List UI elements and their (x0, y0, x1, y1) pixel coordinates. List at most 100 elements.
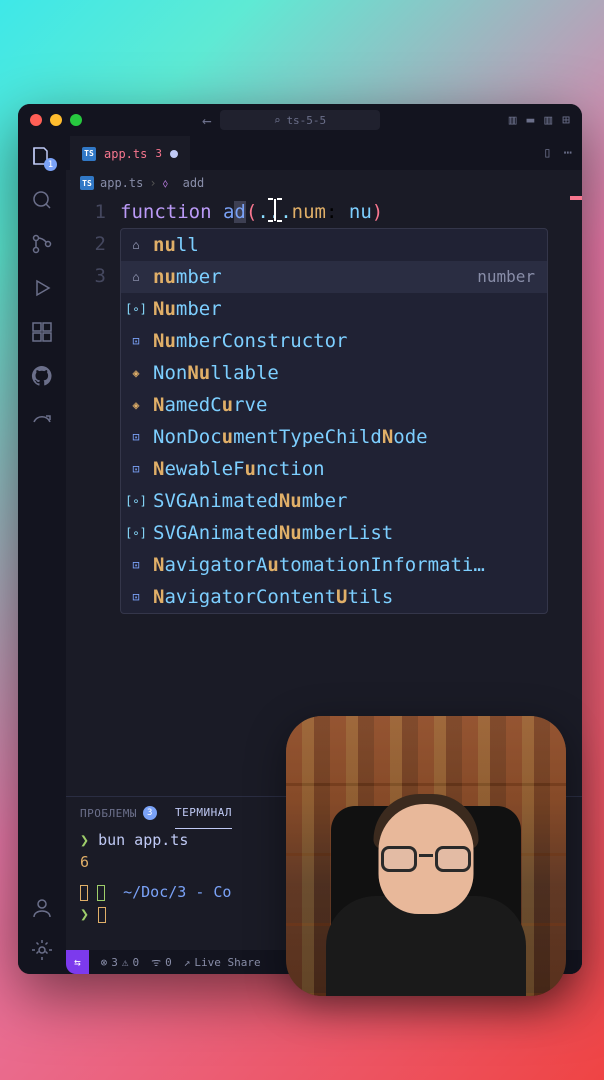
tab-actions: ▯ ⋯ (543, 136, 572, 170)
interface-icon: ⊡ (127, 460, 145, 478)
presenter (321, 786, 531, 996)
toggle-sidebar-icon[interactable]: ▥ (509, 113, 517, 128)
source-control-icon[interactable] (30, 232, 54, 256)
remote-button[interactable]: ⇆ (66, 950, 89, 974)
autocomplete-popup[interactable]: ⌂ null⌂numbernumber [∘] Number⊡NumberConstr… (120, 228, 548, 614)
window-controls (30, 114, 82, 126)
activity-bottom (30, 896, 54, 962)
problems-count-badge: 3 (143, 806, 157, 820)
autocomplete-label: null (153, 229, 541, 261)
maximize-window-button[interactable] (70, 114, 82, 126)
text-cursor-icon (265, 196, 285, 224)
remote-icon: ⇆ (74, 956, 81, 969)
liveshare-icon: ↗ (184, 956, 191, 969)
keyword-icon: ⌂ (127, 236, 145, 254)
titlebar: ← → ⌕ ts-5-5 ▥ ▬ ▥ ⊞ (18, 104, 582, 136)
terminal-command: bun app.ts (98, 831, 188, 849)
autocomplete-item[interactable]: [∘] SVGAnimatedNumberList (121, 517, 547, 549)
search-activity-icon[interactable] (30, 188, 54, 212)
status-liveshare[interactable]: ↗Live Share (184, 956, 261, 969)
prompt-box-icon (97, 885, 105, 901)
typescript-file-icon: TS (82, 147, 96, 161)
modified-indicator-icon (170, 150, 178, 158)
debug-icon[interactable] (30, 276, 54, 300)
line-number: 1 (66, 196, 106, 228)
share-icon[interactable] (30, 408, 54, 432)
autocomplete-label: NonNullable (153, 357, 541, 389)
close-window-button[interactable] (30, 114, 42, 126)
autocomplete-item[interactable]: ⊡NonDocumentTypeChildNode (121, 421, 547, 453)
layout-controls: ▥ ▬ ▥ ⊞ (509, 113, 570, 128)
github-icon[interactable] (30, 364, 54, 388)
autocomplete-item[interactable]: ◈ NamedCurve (121, 389, 547, 421)
more-actions-icon[interactable]: ⋯ (564, 145, 572, 161)
breadcrumb-file: app.ts (100, 176, 143, 190)
command-center[interactable]: ⌕ ts-5-5 (220, 110, 380, 130)
autocomplete-label: SVGAnimatedNumberList (153, 517, 541, 549)
tab-problems[interactable]: ПРОБЛЕМЫ 3 (80, 806, 157, 820)
webcam-overlay (286, 716, 566, 996)
tab-app-ts[interactable]: TS app.ts 3 (70, 136, 190, 170)
variable-icon: [∘] (127, 492, 145, 510)
status-ports[interactable]: ᯤ0 (151, 955, 172, 970)
tab-terminal[interactable]: ТЕРМИНАЛ (175, 797, 232, 829)
code-editor[interactable]: 1 2 3 function ad(...num: nu) ⌂ null⌂numb… (66, 196, 582, 796)
class-icon: ◈ (127, 364, 145, 382)
toggle-panel-icon[interactable]: ▬ (527, 113, 535, 128)
prompt-icon: ❯ (80, 905, 89, 923)
code-line-1: function ad(...num: nu) (120, 196, 570, 228)
layout-grid-icon[interactable]: ⊞ (562, 113, 570, 128)
split-editor-icon[interactable]: ▯ (543, 145, 551, 161)
warning-icon: ⚠ (122, 956, 129, 969)
tab-bar: TS app.ts 3 ▯ ⋯ (66, 136, 582, 170)
autocomplete-item[interactable]: ⊡NavigatorAutomationInformati… (121, 549, 547, 581)
status-errors[interactable]: ⊗3 ⚠0 (101, 956, 140, 969)
terminal-path: ~/Doc/3 - Co (123, 883, 231, 901)
nav-back-icon[interactable]: ← (202, 111, 212, 130)
autocomplete-label: NavigatorContentUtils (153, 581, 541, 613)
explorer-badge: 1 (44, 158, 57, 171)
line-number: 2 (66, 228, 106, 260)
tab-filename: app.ts (104, 147, 147, 161)
autocomplete-label: NonDocumentTypeChildNode (153, 421, 541, 453)
interface-icon: ⊡ (127, 588, 145, 606)
code-content[interactable]: function ad(...num: nu) ⌂ null⌂numbernumb… (120, 196, 570, 796)
autocomplete-label: Number (153, 293, 541, 325)
error-icon: ⊗ (101, 956, 108, 969)
terminal-cursor (98, 907, 106, 923)
minimize-window-button[interactable] (50, 114, 62, 126)
keyword-icon: ⌂ (127, 268, 145, 286)
toggle-secondary-icon[interactable]: ▥ (544, 113, 552, 128)
extensions-icon[interactable] (30, 320, 54, 344)
class-icon: ◈ (127, 396, 145, 414)
explorer-icon[interactable]: 1 (30, 144, 54, 168)
minimap[interactable] (570, 196, 582, 796)
autocomplete-label: SVGAnimatedNumber (153, 485, 541, 517)
autocomplete-label: NewableFunction (153, 453, 541, 485)
settings-gear-icon[interactable] (30, 938, 54, 962)
prompt-icon: ❯ (80, 831, 89, 849)
search-icon: ⌕ (274, 114, 281, 127)
function-icon: ⬨ (163, 176, 177, 190)
autocomplete-item[interactable]: ⊡NumberConstructor (121, 325, 547, 357)
tab-error-count: 3 (155, 147, 162, 160)
antenna-icon: ᯤ (151, 955, 161, 970)
autocomplete-item[interactable]: ⊡ NavigatorContentUtils (121, 581, 547, 613)
autocomplete-item[interactable]: ◈ NonNullable (121, 357, 547, 389)
autocomplete-item[interactable]: ⊡ NewableFunction (121, 453, 547, 485)
autocomplete-item[interactable]: ⌂numbernumber (121, 261, 547, 293)
account-icon[interactable] (30, 896, 54, 920)
interface-icon: ⊡ (127, 332, 145, 350)
autocomplete-item[interactable]: ⌂ null (121, 229, 547, 261)
autocomplete-label: NamedCurve (153, 389, 541, 421)
line-gutter: 1 2 3 (66, 196, 120, 796)
variable-icon: [∘] (127, 524, 145, 542)
autocomplete-item[interactable]: [∘] SVGAnimatedNumber (121, 485, 547, 517)
variable-icon: [∘] (127, 300, 145, 318)
activity-bar: 1 (18, 136, 66, 974)
breadcrumb[interactable]: TS app.ts › ⬨ add (66, 170, 582, 196)
autocomplete-item[interactable]: [∘] Number (121, 293, 547, 325)
prompt-box-icon (80, 885, 88, 901)
interface-icon: ⊡ (127, 556, 145, 574)
chevron-right-icon: › (149, 176, 156, 190)
